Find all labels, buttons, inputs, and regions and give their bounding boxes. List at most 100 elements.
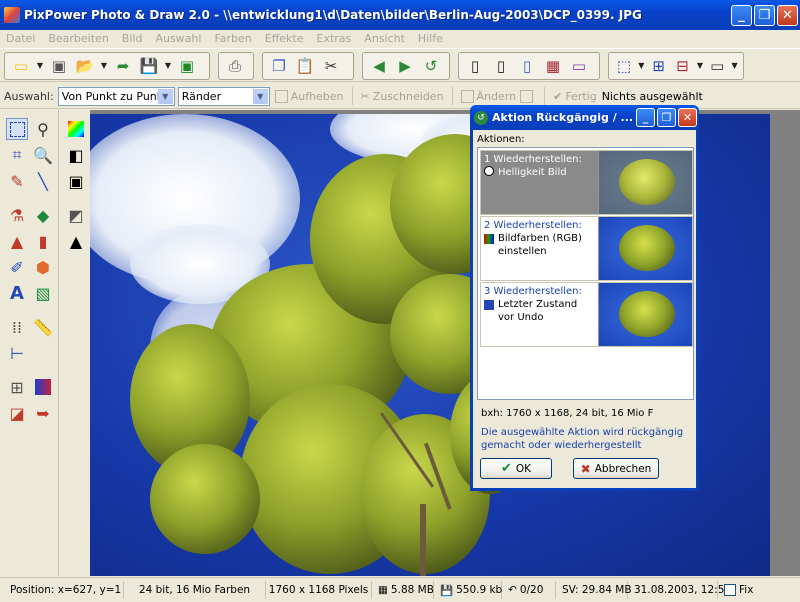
undo-icon[interactable]: ◀ [368, 55, 390, 77]
menu-ansicht[interactable]: Ansicht [364, 32, 405, 45]
new-dropdown-icon[interactable]: ▼ [34, 55, 46, 77]
layout2-icon[interactable]: ⊟ [673, 55, 693, 77]
paste-icon[interactable]: 📋 [294, 55, 316, 77]
frame-dropdown-icon[interactable]: ▼ [729, 55, 740, 77]
zuschneiden-button[interactable]: ✂ Zuschneiden [361, 90, 444, 103]
fix-checkbox[interactable]: Fix [718, 581, 759, 599]
red-arrow-icon[interactable]: ➥ [32, 402, 54, 424]
chevron-down-icon[interactable]: ▼ [157, 88, 173, 104]
menu-bearbeiten[interactable]: Bearbeiten [48, 32, 108, 45]
fix-check-box[interactable] [724, 584, 736, 596]
frame-icon[interactable]: ▭ [707, 55, 727, 77]
eraser-icon[interactable]: ⬢ [32, 256, 54, 278]
cancel-button[interactable]: ✖ Abbrechen [573, 458, 659, 479]
magic-wand-icon[interactable]: ⚲ [32, 118, 54, 140]
menu-farben[interactable]: Farben [214, 32, 251, 45]
actions-list[interactable]: 1 Wiederherstellen: Helligkeit Bild 2 Wi… [477, 147, 694, 400]
separator [451, 87, 453, 105]
color-replace-icon[interactable]: ◪ [6, 402, 28, 424]
redo-icon[interactable]: ▶ [394, 55, 416, 77]
transform-dropdown-icon[interactable]: ▼ [636, 55, 647, 77]
minimize-button[interactable]: _ [731, 4, 752, 26]
fertig-button[interactable]: ✔ Fertig [553, 90, 597, 103]
text-tool-icon[interactable]: A [6, 282, 28, 304]
selection-mode-select[interactable]: Von Punkt zu Punkt ▼ [57, 86, 175, 106]
fertig-label: Fertig [565, 89, 597, 103]
title-bar: PixPower Photo & Draw 2.0 - \\entwicklun… [0, 0, 800, 30]
action-item-3[interactable]: 3 Wiederherstellen: Letzter Zustand vor … [480, 282, 693, 347]
menu-extras[interactable]: Extras [317, 32, 352, 45]
brightness-contrast-icon[interactable]: ◧ [65, 144, 87, 166]
options-button[interactable] [520, 89, 536, 103]
save-dropdown-icon[interactable]: ▼ [162, 55, 174, 77]
save-green-icon[interactable]: ▣ [176, 55, 198, 77]
shapes-icon[interactable]: ▲ [6, 230, 28, 252]
adjust-panel: ◧ ▣ ◩ ▲ [58, 110, 90, 576]
layout-dropdown-icon[interactable]: ▼ [694, 55, 705, 77]
scanner-icon[interactable]: ▣ [48, 55, 70, 77]
pencil-icon[interactable]: ✎ [6, 170, 28, 192]
layout-icon[interactable]: ⊞ [649, 55, 669, 77]
brush-icon[interactable]: ✐ [6, 256, 28, 278]
gradient-icon[interactable] [32, 376, 54, 398]
menu-effekte[interactable]: Effekte [265, 32, 304, 45]
cancel-icon: ✖ [580, 461, 591, 476]
aendern-label: Ändern [476, 89, 517, 103]
color-palette-icon[interactable] [65, 118, 87, 140]
page-view2-icon[interactable]: ▯ [490, 55, 512, 77]
separator [544, 87, 546, 105]
history-toolbar-group: ◀ ▶ ↺ [362, 52, 450, 80]
menu-datei[interactable]: Datei [6, 32, 35, 45]
layers-icon[interactable]: ⊞ [6, 376, 28, 398]
eyedropper-icon[interactable]: ⚗ [6, 204, 28, 226]
ruler-icon[interactable]: 📏 [32, 316, 54, 338]
aendern-button[interactable]: Ändern [460, 89, 517, 103]
menu-hilfe[interactable]: Hilfe [418, 32, 443, 45]
aufheben-label: Aufheben [290, 89, 344, 103]
histogram-icon[interactable]: ▲ [65, 230, 87, 252]
selection-option-select[interactable]: Ränder ▼ [177, 86, 270, 106]
crop-transform-icon[interactable]: ⬚ [614, 55, 634, 77]
grid-tool-icon[interactable]: ⁞⁞ [6, 316, 28, 338]
dialog-close-button[interactable]: ✕ [678, 108, 697, 127]
selection-mode-value: Von Punkt zu Punkt [61, 89, 168, 103]
dialog-title-bar[interactable]: ↺ Aktion Rückgängig / ... _ ❐ ✕ [470, 105, 699, 130]
action-item-1[interactable]: 1 Wiederherstellen: Helligkeit Bild [480, 150, 693, 215]
rectangle-select-icon[interactable] [6, 118, 28, 140]
tree-view-icon[interactable]: ⊢ [6, 342, 28, 364]
new-file-icon[interactable]: ▭ [10, 55, 32, 77]
dialog-maximize-button[interactable]: ❐ [657, 108, 676, 127]
image-tool-icon[interactable]: ▧ [32, 282, 54, 304]
history-icon[interactable]: ↺ [420, 55, 442, 77]
open-folder-icon[interactable]: 📂 [74, 55, 96, 77]
print-icon[interactable]: ⎙ [224, 55, 246, 77]
close-button[interactable]: ✕ [777, 4, 798, 26]
copy-icon[interactable]: ❐ [268, 55, 290, 77]
spray-icon[interactable]: ▮ [32, 230, 54, 252]
action-item-2[interactable]: 2 Wiederherstellen: Bildfarben (RGB) ein… [480, 216, 693, 281]
chevron-down-icon[interactable]: ▼ [252, 88, 268, 104]
save-icon[interactable]: 💾 [138, 55, 160, 77]
maximize-button[interactable]: ❐ [754, 4, 775, 26]
frame-effect-icon[interactable]: ▣ [65, 170, 87, 192]
cut-icon[interactable]: ✂ [320, 55, 342, 77]
grid-view-icon[interactable]: ▦ [542, 55, 564, 77]
ok-label: OK [515, 462, 532, 475]
ok-button[interactable]: ✔ OK [480, 458, 552, 479]
menu-bild[interactable]: Bild [122, 32, 143, 45]
slideshow-icon[interactable]: ▭ [568, 55, 590, 77]
dialog-minimize-button[interactable]: _ [636, 108, 655, 127]
check-icon: ✔ [553, 89, 563, 103]
action-item-text: 3 Wiederherstellen: Letzter Zustand vor … [481, 283, 598, 346]
sharpen-icon[interactable]: ◩ [65, 204, 87, 226]
aufheben-button[interactable]: Aufheben [274, 89, 344, 103]
page-view3-icon[interactable]: ▯ [516, 55, 538, 77]
open-dropdown-icon[interactable]: ▼ [98, 55, 110, 77]
page-view-icon[interactable]: ▯ [464, 55, 486, 77]
line-tool-icon[interactable]: ╲ [32, 170, 54, 192]
crop-tool-icon[interactable]: ⌗ [6, 144, 28, 166]
fill-bucket-icon[interactable]: ◆ [32, 204, 54, 226]
open-recent-icon[interactable]: ➦ [112, 55, 134, 77]
menu-auswahl[interactable]: Auswahl [155, 32, 201, 45]
zoom-icon[interactable]: 🔍 [32, 144, 54, 166]
